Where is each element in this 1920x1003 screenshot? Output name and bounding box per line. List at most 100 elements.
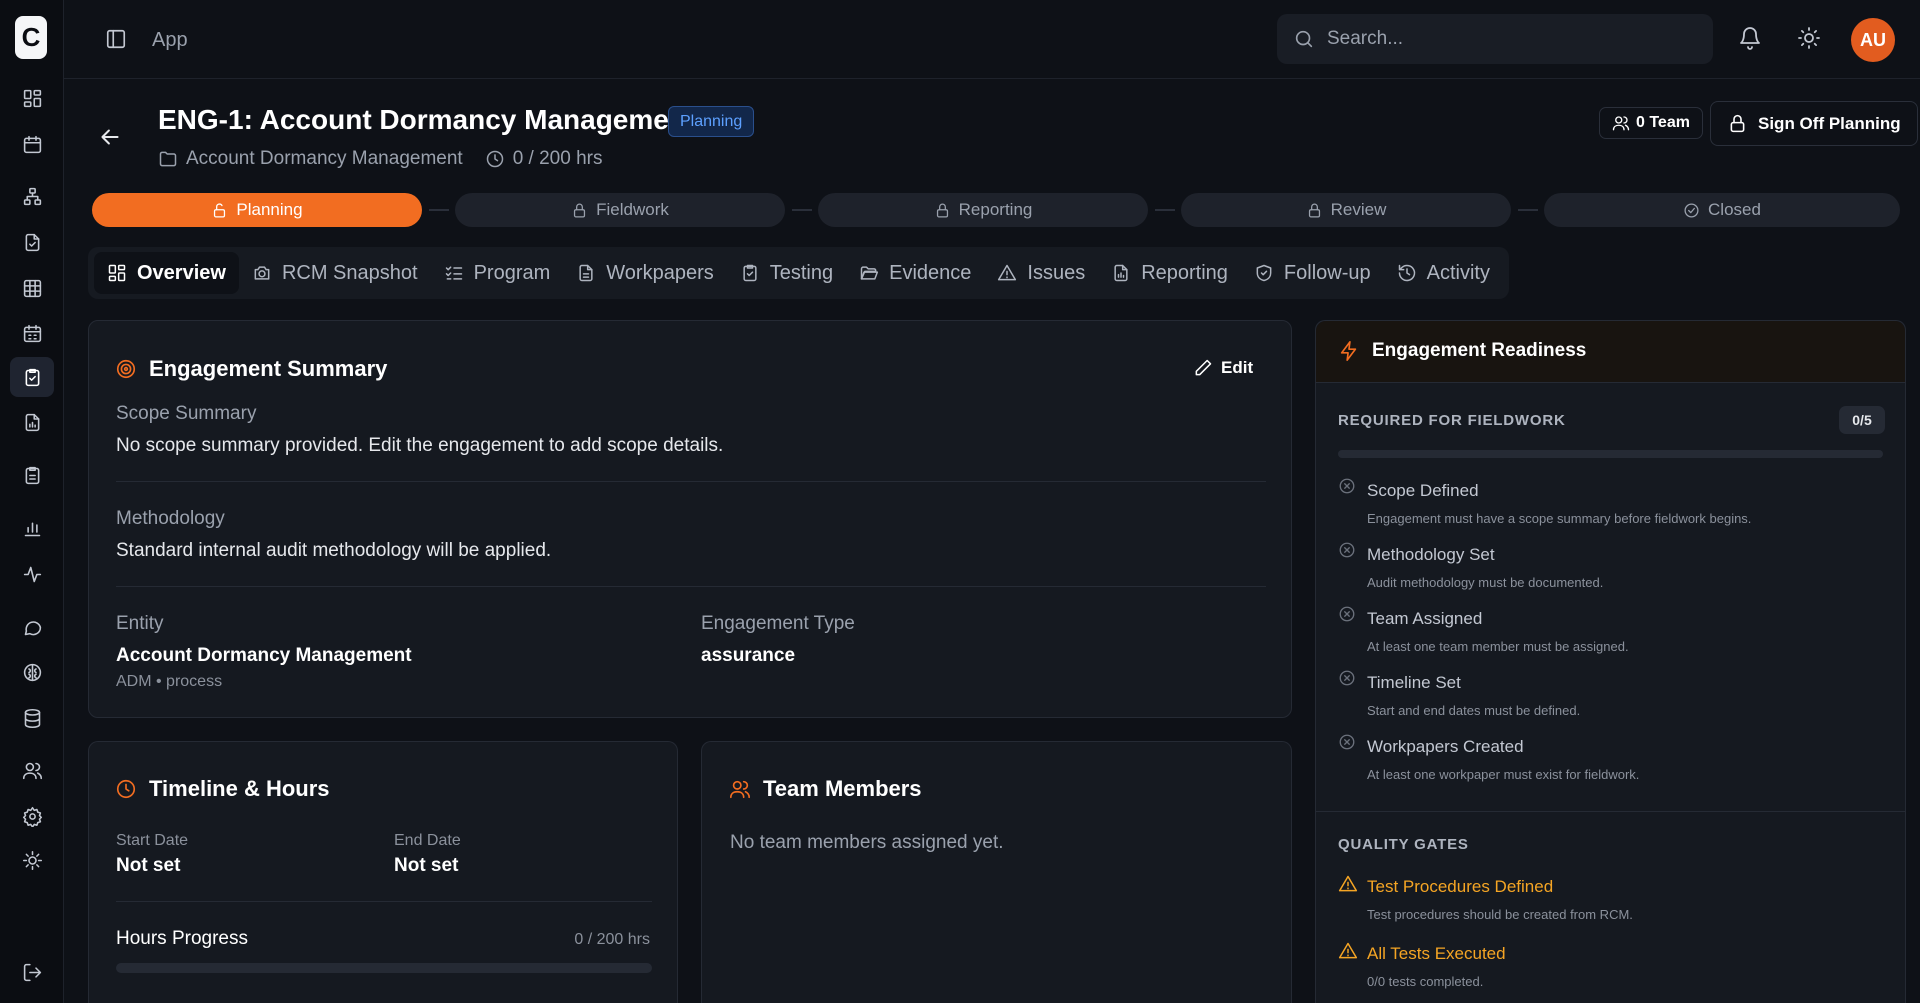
- phase-connector: [1155, 209, 1175, 211]
- unlock-icon: [211, 202, 236, 219]
- methodology-value: Standard internal audit methodology will…: [116, 540, 552, 561]
- requirement-desc: Audit methodology must be documented.: [1367, 575, 1604, 590]
- lock-icon: [571, 202, 596, 219]
- engagement-summary-card: Engagement Summary Scope Summary No scop…: [88, 320, 1292, 718]
- team-members-card: Team Members No team members assigned ye…: [701, 741, 1292, 1003]
- phase-step-fieldwork[interactable]: Fieldwork: [455, 193, 785, 227]
- phase-connector: [1518, 209, 1538, 211]
- breadcrumb[interactable]: App: [152, 29, 188, 52]
- search-input[interactable]: Search...: [1277, 14, 1713, 64]
- card-title-text: Team Members: [763, 776, 922, 801]
- sidebar-toggle-icon[interactable]: [105, 28, 127, 50]
- settings-cog-icon[interactable]: [10, 796, 54, 836]
- requirement-desc: Engagement must have a scope summary bef…: [1367, 511, 1752, 526]
- tab-activity[interactable]: Activity: [1384, 252, 1503, 294]
- phase-step-closed[interactable]: Closed: [1544, 193, 1900, 227]
- edit-button[interactable]: Edit: [1193, 358, 1253, 378]
- requirement-desc: At least one workpaper must exist for fi…: [1367, 767, 1640, 782]
- back-arrow-icon[interactable]: [97, 124, 123, 150]
- phase-step-label: Reporting: [958, 200, 1033, 219]
- phase-step-planning[interactable]: Planning: [92, 193, 422, 227]
- calendar-icon[interactable]: [10, 124, 54, 164]
- readiness-progress-bar: [1338, 450, 1883, 458]
- clipboard-check-icon: [740, 263, 770, 283]
- phase-connector: [429, 209, 449, 211]
- clipboard-list-icon[interactable]: [10, 455, 54, 495]
- activity-icon[interactable]: [10, 554, 54, 594]
- hours-progress-bar: [116, 963, 652, 973]
- hours-summary: 0 / 200 hrs: [512, 148, 603, 169]
- tab-program[interactable]: Program: [431, 252, 564, 294]
- tab-label: Testing: [769, 261, 834, 284]
- clipboard-check-icon[interactable]: [10, 357, 54, 397]
- users-icon: [729, 778, 763, 800]
- quality-gate-name: All Tests Executed: [1367, 944, 1506, 963]
- phase-step-label: Planning: [236, 200, 303, 219]
- scope-label: Scope Summary: [116, 403, 257, 424]
- warning-triangle-icon: [1338, 874, 1358, 894]
- phase-step-review[interactable]: Review: [1181, 193, 1511, 227]
- top-bar: App Search... AU: [64, 0, 1920, 79]
- scope-value: No scope summary provided. Edit the enga…: [116, 435, 724, 456]
- card-title-text: Engagement Summary: [149, 356, 388, 381]
- brain-icon[interactable]: [10, 652, 54, 692]
- tab-issues[interactable]: Issues: [984, 252, 1098, 294]
- table-icon[interactable]: [10, 268, 54, 308]
- users-icon[interactable]: [10, 750, 54, 790]
- tab-follow-up[interactable]: Follow-up: [1241, 252, 1384, 294]
- bell-icon[interactable]: [1738, 26, 1762, 50]
- x-circle-icon: [1338, 477, 1356, 495]
- tab-label: RCM Snapshot: [281, 261, 418, 284]
- org-chart-icon[interactable]: [10, 176, 54, 216]
- engagement-type-label: Engagement Type: [701, 613, 855, 634]
- x-circle-icon: [1338, 541, 1356, 559]
- edit-button-label: Edit: [1221, 358, 1254, 377]
- hours-progress-value: 0 / 200 hrs: [574, 931, 650, 948]
- avatar[interactable]: AU: [1851, 18, 1895, 62]
- sign-off-button[interactable]: Sign Off Planning: [1710, 101, 1918, 146]
- team-button[interactable]: 0 Team: [1599, 107, 1703, 139]
- dashboard-icon: [107, 263, 137, 283]
- theme-toggle-sun-icon[interactable]: [1797, 26, 1821, 50]
- check-circle-icon: [1683, 202, 1708, 219]
- database-icon[interactable]: [10, 698, 54, 738]
- sign-off-button-label: Sign Off Planning: [1758, 113, 1901, 133]
- tab-rcm-snapshot[interactable]: RCM Snapshot: [239, 252, 431, 294]
- required-section-label: REQUIRED FOR FIELDWORK: [1338, 412, 1566, 429]
- phase-step-reporting[interactable]: Reporting: [818, 193, 1148, 227]
- methodology-label: Methodology: [116, 508, 225, 529]
- timeline-hours-card: Timeline & Hours Start Date Not set End …: [88, 741, 678, 1003]
- hours-progress-label: Hours Progress: [116, 928, 248, 949]
- requirement-desc: At least one team member must be assigne…: [1367, 639, 1629, 654]
- requirement-name: Timeline Set: [1367, 673, 1461, 692]
- tab-workpapers[interactable]: Workpapers: [563, 252, 726, 294]
- logout-icon[interactable]: [10, 952, 54, 992]
- clock-icon: [115, 778, 149, 800]
- folder-open-icon: [859, 263, 889, 283]
- tab-overview[interactable]: Overview: [94, 252, 239, 294]
- lock-icon: [1727, 113, 1758, 134]
- calendar-days-icon[interactable]: [10, 313, 54, 353]
- team-empty-state: No team members assigned yet.: [730, 832, 1004, 853]
- tab-reporting[interactable]: Reporting: [1098, 252, 1241, 294]
- card-title-text: Engagement Readiness: [1372, 340, 1587, 361]
- quality-gate-name: Test Procedures Defined: [1367, 877, 1554, 896]
- gear-icon[interactable]: [10, 840, 54, 880]
- entity-label: Entity: [116, 613, 164, 634]
- file-check-icon[interactable]: [10, 222, 54, 262]
- x-circle-icon: [1338, 669, 1356, 687]
- users-icon: [1612, 114, 1636, 132]
- tab-testing[interactable]: Testing: [727, 252, 846, 294]
- app-logo-icon[interactable]: C: [15, 16, 47, 59]
- dashboard-icon[interactable]: [10, 78, 54, 118]
- tab-evidence[interactable]: Evidence: [846, 252, 984, 294]
- page-title: ENG-1: Account Dormancy Management: [158, 104, 696, 135]
- chat-icon[interactable]: [10, 607, 54, 647]
- history-icon: [1397, 263, 1427, 283]
- bar-chart-icon[interactable]: [10, 508, 54, 548]
- tab-label: Reporting: [1141, 261, 1228, 284]
- phase-step-label: Review: [1330, 200, 1387, 219]
- file-report-icon[interactable]: [10, 402, 54, 442]
- team-button-label: 0 Team: [1636, 114, 1690, 131]
- card-title: Engagement Readiness: [1338, 340, 1586, 362]
